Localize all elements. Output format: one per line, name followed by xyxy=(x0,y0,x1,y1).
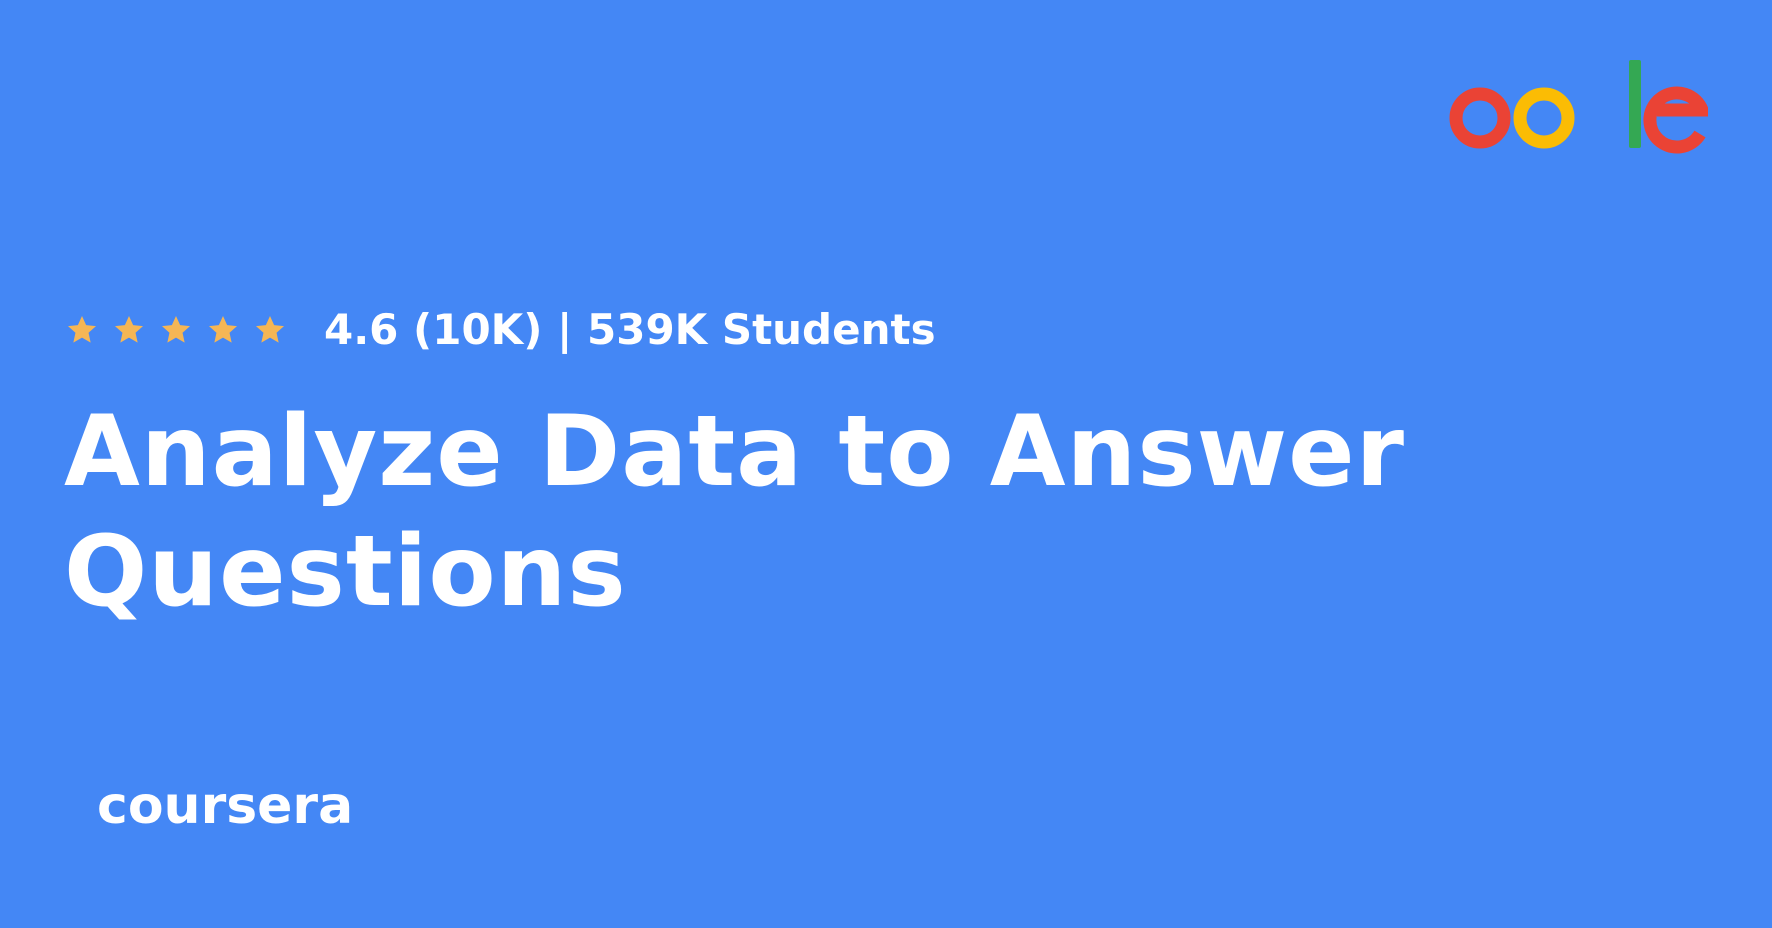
partner-logo-letter-e xyxy=(1643,86,1708,154)
partner-logo-mark xyxy=(1449,60,1708,154)
partner-logo xyxy=(1428,52,1708,162)
course-banner: 4.6 (10K) | 539K Students Analyze Data t… xyxy=(0,0,1772,928)
partner-logo-letter-l xyxy=(1629,60,1641,148)
course-title: Analyze Data to Answer Questions xyxy=(64,392,1405,632)
rating-row: 4.6 (10K) | 539K Students xyxy=(66,302,936,358)
partner-logo-letter-o1 xyxy=(1449,87,1511,149)
course-title-line-2: Questions xyxy=(64,515,627,629)
rating-summary: 4.6 (10K) | 539K Students xyxy=(324,305,936,354)
coursera-logo: coursera xyxy=(97,776,354,836)
star-icon xyxy=(162,316,190,343)
star-icon xyxy=(209,316,237,343)
star-icon xyxy=(256,316,284,343)
star-rating xyxy=(66,314,286,346)
partner-logo-letter-o2 xyxy=(1513,87,1575,149)
star-icon xyxy=(68,316,96,343)
course-title-line-1: Analyze Data to Answer xyxy=(64,395,1405,509)
star-icon xyxy=(115,316,143,343)
